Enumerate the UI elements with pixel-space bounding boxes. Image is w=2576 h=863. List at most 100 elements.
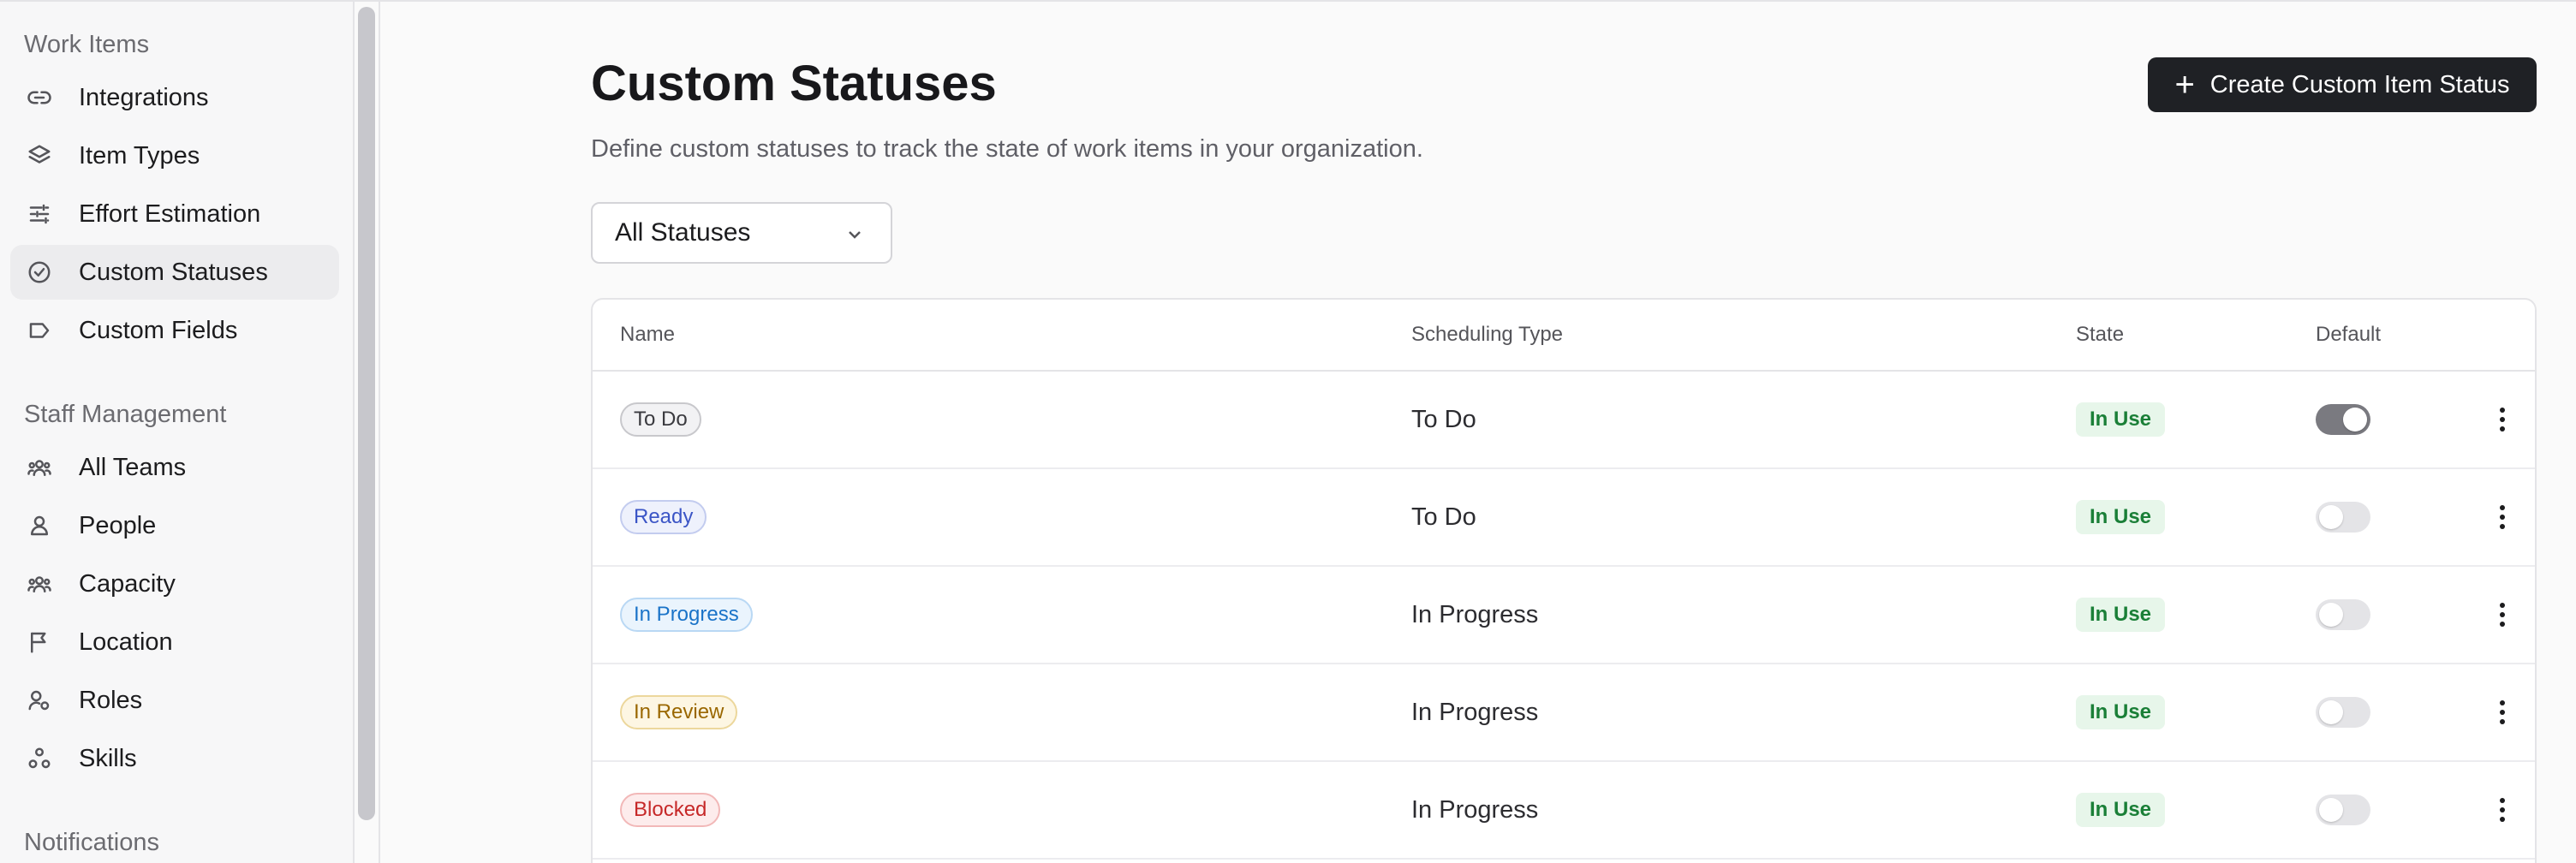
sidebar-item-skills[interactable]: Skills	[10, 731, 339, 786]
sidebar-item-roles[interactable]: Roles	[10, 673, 339, 728]
state-badge: In Use	[2076, 695, 2166, 729]
cell-default	[2316, 664, 2370, 760]
status-name-tag: In Review	[620, 695, 738, 729]
sidebar-item-people[interactable]: People	[10, 498, 339, 553]
person-icon	[24, 510, 55, 541]
cell-scheduling-type: To Do	[1411, 405, 1476, 433]
sidebar-item-label: People	[79, 511, 157, 539]
sliders-icon	[24, 199, 55, 229]
status-filter-select[interactable]: All Statuses	[591, 202, 892, 264]
sidebar-item-capacity[interactable]: Capacity	[10, 556, 339, 611]
column-header-state[interactable]: State	[2076, 300, 2124, 370]
toggle-knob	[2319, 700, 2343, 724]
page-description: Define custom statuses to track the stat…	[591, 135, 1423, 163]
tag-icon	[24, 315, 55, 346]
table-row[interactable]: Blocked In Progress In Use	[593, 762, 2535, 860]
more-options-icon[interactable]	[2485, 784, 2519, 836]
cell-scheduling-type: In Progress	[1411, 698, 1539, 726]
cell-scheduling-type: To Do	[1411, 503, 1476, 531]
flag-icon	[24, 627, 55, 658]
sidebar-item-item-types[interactable]: Item Types	[10, 128, 339, 183]
sidebar-item-label: Roles	[79, 686, 143, 714]
default-toggle[interactable]	[2316, 697, 2370, 728]
state-badge: In Use	[2076, 793, 2166, 827]
default-toggle[interactable]	[2316, 599, 2370, 630]
cell-default	[2316, 469, 2370, 565]
cell-state: In Use	[2076, 372, 2166, 467]
column-header-default[interactable]: Default	[2316, 300, 2381, 370]
table-row[interactable]: Ready To Do In Use	[593, 469, 2535, 567]
sidebar-item-integrations[interactable]: Integrations	[10, 70, 339, 125]
sidebar-item-all-teams[interactable]: All Teams	[10, 440, 339, 495]
sidebar-item-custom-fields[interactable]: Custom Fields	[10, 303, 339, 358]
cell-state: In Use	[2076, 567, 2166, 663]
sidebar-item-label: Location	[79, 628, 173, 656]
cell-default	[2316, 372, 2370, 467]
sidebar-item-label: Custom Fields	[79, 316, 238, 344]
sidebar-item-label: Item Types	[79, 141, 200, 170]
sidebar-item-label: Skills	[79, 744, 137, 772]
section-heading-staff-management: Staff Management	[24, 401, 227, 428]
state-badge: In Use	[2076, 500, 2166, 534]
cell-actions	[2485, 372, 2519, 467]
cell-state: In Use	[2076, 664, 2166, 760]
status-name-tag: To Do	[620, 402, 701, 437]
state-badge: In Use	[2076, 402, 2166, 437]
cell-name: In Review	[620, 664, 738, 760]
sidebar-item-effort-estimation[interactable]: Effort Estimation	[10, 187, 339, 241]
users-icon	[24, 568, 55, 599]
status-filter-value: All Statuses	[615, 218, 751, 247]
sidebar-item-label: Capacity	[79, 569, 176, 598]
cell-actions	[2485, 664, 2519, 760]
cell-actions	[2485, 469, 2519, 565]
users-icon	[24, 452, 55, 483]
sidebar-item-custom-statuses[interactable]: Custom Statuses	[10, 245, 339, 300]
cell-default	[2316, 762, 2370, 858]
status-name-tag: Ready	[620, 500, 707, 534]
default-toggle[interactable]	[2316, 502, 2370, 533]
state-badge: In Use	[2076, 598, 2166, 632]
page-title: Custom Statuses	[591, 56, 997, 111]
plus-icon: +	[2174, 66, 2195, 104]
toggle-knob	[2319, 798, 2343, 822]
sidebar: Work Items Integrations Item Types Effor…	[0, 2, 353, 863]
table-row[interactable]: In Progress In Progress In Use	[593, 567, 2535, 664]
cell-default	[2316, 567, 2370, 663]
more-options-icon[interactable]	[2485, 589, 2519, 640]
link-icon	[24, 82, 55, 113]
cell-name: Ready	[620, 469, 707, 565]
cell-state: In Use	[2076, 469, 2166, 565]
column-header-scheduling-type[interactable]: Scheduling Type	[1411, 300, 1563, 370]
layers-icon	[24, 140, 55, 171]
sidebar-scrollbar-thumb[interactable]	[358, 7, 375, 820]
cell-scheduling-type: In Progress	[1411, 795, 1539, 824]
top-border	[0, 0, 2576, 2]
more-options-icon[interactable]	[2485, 394, 2519, 445]
more-options-icon[interactable]	[2485, 687, 2519, 738]
cell-scheduling-type: In Progress	[1411, 600, 1539, 628]
cell-actions	[2485, 762, 2519, 858]
cell-name: To Do	[620, 372, 701, 467]
toggle-knob	[2343, 408, 2367, 432]
default-toggle[interactable]	[2316, 404, 2370, 435]
section-heading-notifications: Notifications	[24, 829, 159, 856]
create-custom-item-status-button[interactable]: + Create Custom Item Status	[2148, 57, 2537, 112]
sidebar-item-label: Effort Estimation	[79, 199, 261, 228]
create-button-label: Create Custom Item Status	[2209, 70, 2510, 98]
person-gear-icon	[24, 685, 55, 716]
column-header-name[interactable]: Name	[620, 300, 675, 370]
toggle-knob	[2319, 603, 2343, 627]
default-toggle[interactable]	[2316, 795, 2370, 825]
custom-statuses-table: Name Scheduling Type State Default To Do…	[591, 298, 2537, 863]
table-row[interactable]: To Do To Do In Use	[593, 372, 2535, 469]
more-options-icon[interactable]	[2485, 491, 2519, 543]
sidebar-item-label: All Teams	[79, 453, 187, 481]
cell-actions	[2485, 567, 2519, 663]
sidebar-item-location[interactable]: Location	[10, 615, 339, 670]
chevron-down-icon	[844, 223, 865, 243]
table-row[interactable]: In Review In Progress In Use	[593, 664, 2535, 762]
cell-name: In Progress	[620, 567, 753, 663]
status-name-tag: Blocked	[620, 793, 721, 827]
sidebar-item-label: Custom Statuses	[79, 258, 268, 286]
section-heading-work-items: Work Items	[24, 31, 150, 58]
